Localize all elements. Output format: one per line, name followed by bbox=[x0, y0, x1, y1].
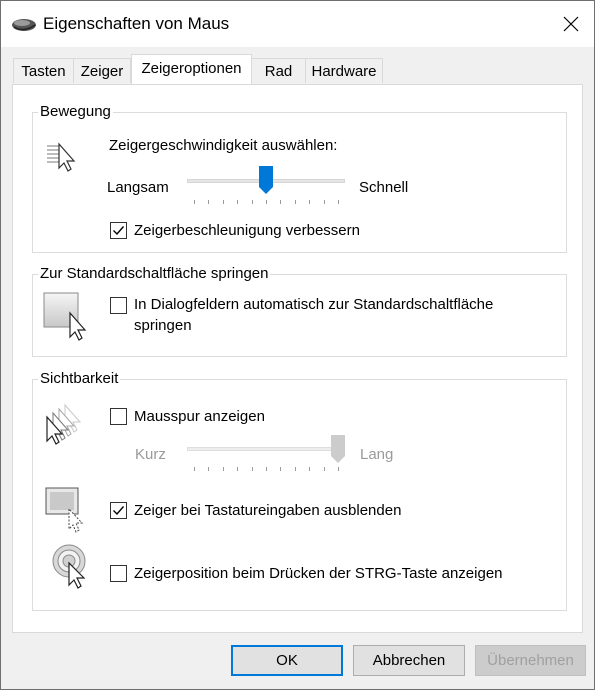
ctrl-checkbox[interactable] bbox=[110, 565, 127, 582]
accel-label: Zeigerbeschleunigung verbessern bbox=[134, 222, 360, 239]
slider-tick bbox=[338, 467, 339, 471]
slider-tick bbox=[338, 200, 339, 204]
slider-tick bbox=[222, 467, 224, 471]
speed-fast-label: Schnell bbox=[359, 179, 409, 196]
accel-checkbox[interactable] bbox=[110, 222, 127, 239]
snap-label-line2: springen bbox=[134, 317, 192, 334]
slider-tick bbox=[237, 200, 239, 204]
tab-rad[interactable]: Rad bbox=[251, 58, 306, 83]
title-bar: Eigenschaften von Maus bbox=[1, 1, 594, 47]
slider-tick bbox=[294, 467, 296, 471]
snap-checkbox[interactable] bbox=[110, 297, 127, 314]
window-title: Eigenschaften von Maus bbox=[43, 14, 230, 33]
speed-slider-thumb[interactable] bbox=[259, 166, 273, 195]
slider-tick bbox=[266, 200, 267, 204]
trails-checkbox[interactable] bbox=[110, 408, 127, 425]
hide-checkbox[interactable] bbox=[110, 502, 127, 519]
trails-slider-track bbox=[187, 447, 345, 451]
pointer-trails-icon bbox=[46, 403, 82, 445]
tab-hardware[interactable]: Hardware bbox=[305, 58, 383, 83]
hide-label: Zeiger bei Tastatureingaben ausblenden bbox=[134, 502, 402, 519]
mouse-properties-dialog: Eigenschaften von Maus Tasten Zeiger Zei… bbox=[0, 0, 595, 690]
slider-tick bbox=[280, 200, 282, 204]
slider-tick bbox=[194, 467, 195, 471]
speed-label: Zeigergeschwindigkeit auswählen: bbox=[109, 137, 338, 154]
cancel-button[interactable]: Abbrechen bbox=[353, 645, 465, 676]
hide-pointer-icon bbox=[45, 487, 84, 533]
ctrl-label: Zeigerposition beim Drücken der STRG-Tas… bbox=[134, 565, 503, 582]
speed-slow-label: Langsam bbox=[107, 179, 169, 196]
tab-panel: Bewegung Zeigergeschwindigkeit auswählen… bbox=[12, 84, 583, 633]
motion-group-label: Bewegung bbox=[38, 103, 113, 120]
tab-tasten[interactable]: Tasten bbox=[13, 58, 74, 83]
slider-tick bbox=[208, 467, 210, 471]
apply-button[interactable]: Übernehmen bbox=[475, 645, 586, 676]
slider-tick bbox=[323, 200, 325, 204]
slider-tick bbox=[309, 200, 311, 204]
trails-short-label: Kurz bbox=[135, 446, 166, 463]
close-button[interactable] bbox=[548, 1, 594, 47]
snap-group bbox=[32, 274, 567, 357]
slider-tick bbox=[251, 467, 253, 471]
snap-group-label: Zur Standardschaltfläche springen bbox=[38, 265, 271, 282]
check-icon bbox=[113, 226, 125, 236]
trails-label: Mausspur anzeigen bbox=[134, 408, 265, 425]
slider-tick bbox=[323, 467, 325, 471]
pointer-speed-icon bbox=[47, 142, 76, 172]
visibility-group-label: Sichtbarkeit bbox=[38, 370, 121, 387]
check-icon bbox=[113, 506, 125, 516]
snap-to-icon bbox=[43, 292, 87, 341]
ok-button[interactable]: OK bbox=[231, 645, 343, 676]
mouse-icon bbox=[12, 19, 36, 31]
tab-zeigeroptionen[interactable]: Zeigeroptionen bbox=[131, 54, 252, 84]
slider-tick bbox=[294, 200, 296, 204]
close-icon bbox=[563, 16, 579, 32]
tab-zeiger[interactable]: Zeiger bbox=[73, 58, 131, 83]
ctrl-locate-icon bbox=[52, 544, 86, 589]
slider-tick bbox=[309, 467, 311, 471]
slider-tick bbox=[194, 200, 195, 204]
slider-tick bbox=[237, 467, 239, 471]
trails-long-label: Lang bbox=[360, 446, 394, 463]
snap-label-line1: In Dialogfeldern automatisch zur Standar… bbox=[134, 296, 494, 313]
slider-tick bbox=[266, 467, 267, 471]
slider-tick bbox=[222, 200, 224, 204]
slider-tick bbox=[280, 467, 282, 471]
slider-tick bbox=[208, 200, 210, 204]
slider-tick bbox=[251, 200, 253, 204]
trails-slider-thumb[interactable] bbox=[331, 435, 345, 464]
